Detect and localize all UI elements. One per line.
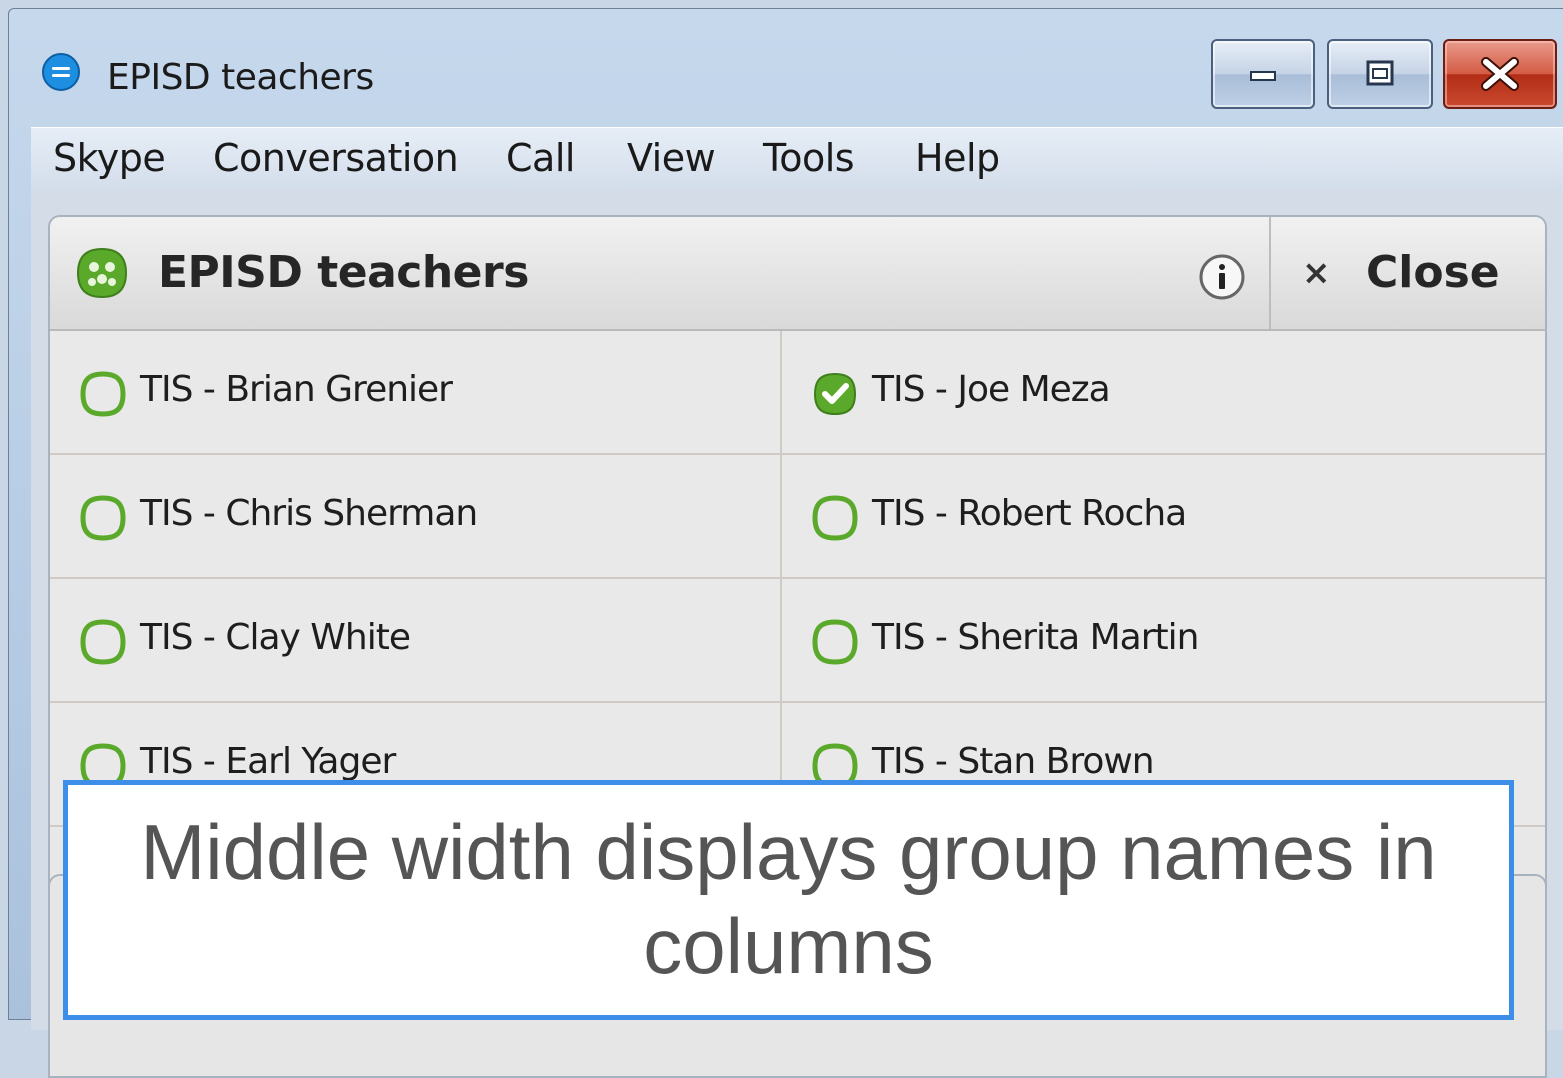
offline-status-icon bbox=[80, 619, 126, 665]
contact-cell[interactable]: TIS - Sherita Martin bbox=[782, 579, 1545, 703]
maximize-button[interactable] bbox=[1327, 39, 1433, 109]
contact-cell[interactable]: TIS - Chris Sherman bbox=[50, 455, 782, 579]
menu-call[interactable]: Call bbox=[506, 136, 575, 180]
group-icon bbox=[76, 247, 128, 299]
close-x-icon[interactable]: × bbox=[1302, 253, 1331, 293]
skype-chat-icon bbox=[42, 53, 80, 91]
caption-box: Middle width displays group names in col… bbox=[63, 780, 1514, 1020]
close-panel-button[interactable]: Close bbox=[1366, 247, 1500, 298]
header-divider bbox=[1269, 217, 1271, 329]
contact-cell[interactable]: TIS - Brian Grenier bbox=[50, 331, 782, 455]
contact-cell[interactable]: TIS - Joe Meza bbox=[782, 331, 1545, 455]
close-icon bbox=[1481, 57, 1519, 91]
info-icon[interactable] bbox=[1198, 253, 1246, 301]
contact-name: TIS - Sherita Martin bbox=[872, 617, 1199, 658]
minimize-icon bbox=[1250, 71, 1276, 81]
contact-name: TIS - Chris Sherman bbox=[140, 493, 478, 534]
online-status-icon bbox=[813, 372, 857, 416]
title-bar[interactable]: EPISD teachers bbox=[9, 9, 1563, 119]
caption-text: Middle width displays group names in col… bbox=[140, 808, 1437, 990]
contact-name: TIS - Clay White bbox=[140, 617, 411, 658]
menu-bar: Skype Conversation Call View Tools Help bbox=[31, 127, 1563, 191]
menu-help[interactable]: Help bbox=[915, 136, 1000, 180]
contact-name: TIS - Joe Meza bbox=[872, 369, 1111, 410]
minimize-button[interactable] bbox=[1211, 39, 1315, 109]
contact-name: TIS - Earl Yager bbox=[140, 741, 396, 782]
contact-name: TIS - Stan Brown bbox=[872, 741, 1155, 782]
menu-view[interactable]: View bbox=[627, 136, 716, 180]
menu-skype[interactable]: Skype bbox=[53, 136, 166, 180]
restore-icon bbox=[1366, 60, 1394, 86]
offline-status-icon bbox=[80, 495, 126, 541]
window-title: EPISD teachers bbox=[107, 57, 374, 98]
menu-conversation[interactable]: Conversation bbox=[213, 136, 459, 180]
contact-cell[interactable]: TIS - Clay White bbox=[50, 579, 782, 703]
offline-status-icon bbox=[812, 619, 858, 665]
offline-status-icon bbox=[812, 495, 858, 541]
contact-cell[interactable]: TIS - Robert Rocha bbox=[782, 455, 1545, 579]
group-header: EPISD teachers × Close bbox=[50, 217, 1545, 331]
window-close-button[interactable] bbox=[1443, 39, 1557, 109]
menu-tools[interactable]: Tools bbox=[763, 136, 855, 180]
offline-status-icon bbox=[80, 371, 126, 417]
group-title: EPISD teachers bbox=[158, 247, 529, 298]
contact-name: TIS - Robert Rocha bbox=[872, 493, 1187, 534]
contact-name: TIS - Brian Grenier bbox=[140, 369, 453, 410]
